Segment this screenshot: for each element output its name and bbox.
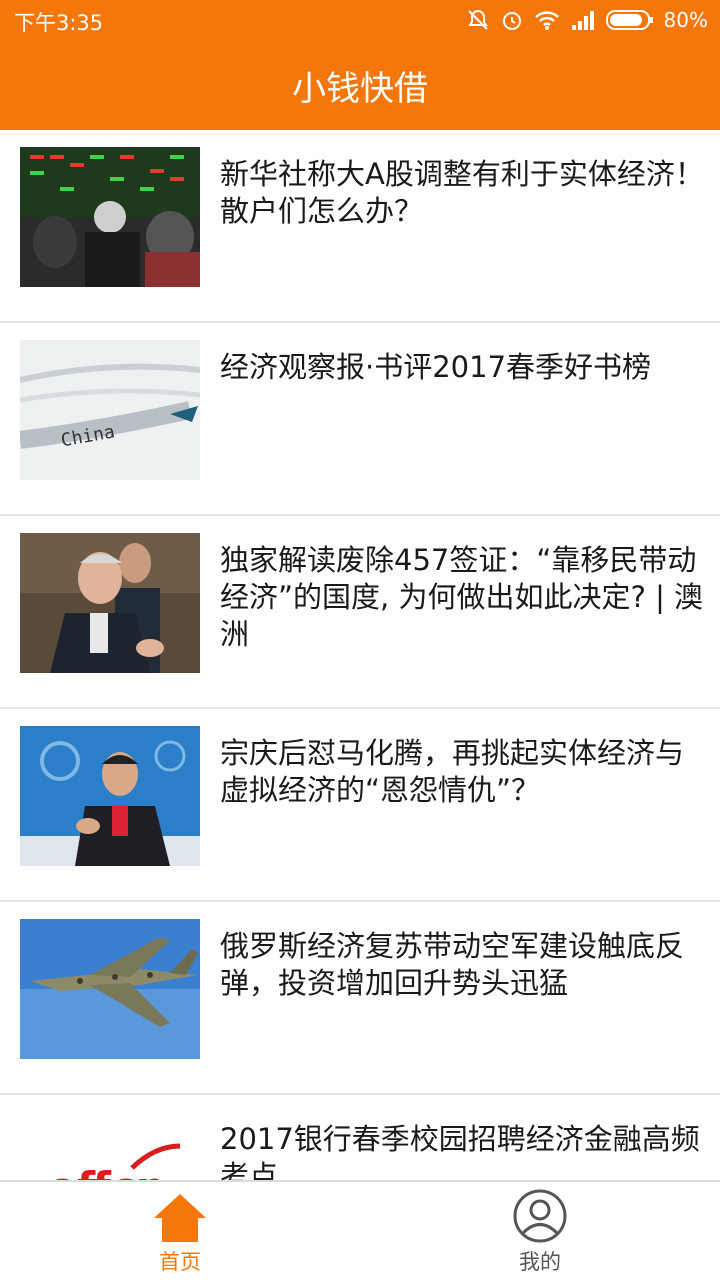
- app-bar: 小钱快借: [0, 40, 720, 130]
- article-title: 宗庆后怼马化腾，再挑起实体经济与虚拟经济的“恩怨情仇”？: [220, 736, 685, 807]
- status-time: 下午3:35: [14, 11, 104, 35]
- alarm-icon: [500, 8, 524, 32]
- article-title: 俄罗斯经济复苏带动空军建设触底反弹，投资增加回升势头迅猛: [220, 929, 685, 1000]
- article-item[interactable]: 新华社称大A股调整有利于实体经济！散户们怎么办？: [0, 130, 720, 323]
- article-thumbnail: [20, 533, 200, 673]
- article-item[interactable]: 俄罗斯经济复苏带动空军建设触底反弹，投资增加回升势头迅猛: [0, 902, 720, 1095]
- article-title: 新华社称大A股调整有利于实体经济！散户们怎么办？: [220, 157, 704, 228]
- wifi-icon: [534, 9, 560, 31]
- article-thumbnail: [20, 147, 200, 287]
- profile-icon: [512, 1188, 568, 1244]
- mute-icon: [466, 8, 490, 32]
- app-title: 小钱快借: [292, 68, 428, 109]
- article-thumbnail: offcn: [20, 1112, 200, 1180]
- article-thumbnail: [20, 919, 200, 1059]
- article-thumbnail: China: [20, 340, 200, 480]
- battery-icon: [605, 9, 654, 31]
- tab-profile[interactable]: 我的: [360, 1182, 720, 1282]
- battery-level: 80%: [663, 8, 708, 32]
- bottom-nav: 首页 我的: [0, 1180, 720, 1280]
- status-icons: 80%: [466, 6, 708, 34]
- article-title: 独家解读废除457签证：“靠移民带动经济”的国度, 为何做出如此决定? | 澳洲: [220, 543, 704, 651]
- signal-icon: [570, 9, 596, 31]
- article-thumbnail: [20, 726, 200, 866]
- article-title: 经济观察报·书评2017春季好书榜: [220, 350, 652, 384]
- article-list: 新华社称大A股调整有利于实体经济！散户们怎么办？ China 经济观察报·书评2…: [0, 130, 720, 1180]
- article-item[interactable]: 独家解读废除457签证：“靠移民带动经济”的国度, 为何做出如此决定? | 澳洲: [0, 516, 720, 709]
- status-bar: 下午3:35 80%: [0, 0, 720, 40]
- article-title: 2017银行春季校园招聘经济金融高频考点: [220, 1122, 700, 1180]
- tab-home-label: 首页: [159, 1250, 201, 1274]
- thumbnail-logo-text: offcn: [48, 1163, 166, 1180]
- article-item[interactable]: China 经济观察报·书评2017春季好书榜: [0, 323, 720, 516]
- tab-profile-label: 我的: [519, 1250, 561, 1274]
- article-item[interactable]: offcn 2017银行春季校园招聘经济金融高频考点: [0, 1095, 720, 1180]
- tab-home[interactable]: 首页: [0, 1182, 360, 1282]
- home-icon: [152, 1188, 208, 1244]
- article-item[interactable]: 宗庆后怼马化腾，再挑起实体经济与虚拟经济的“恩怨情仇”？: [0, 709, 720, 902]
